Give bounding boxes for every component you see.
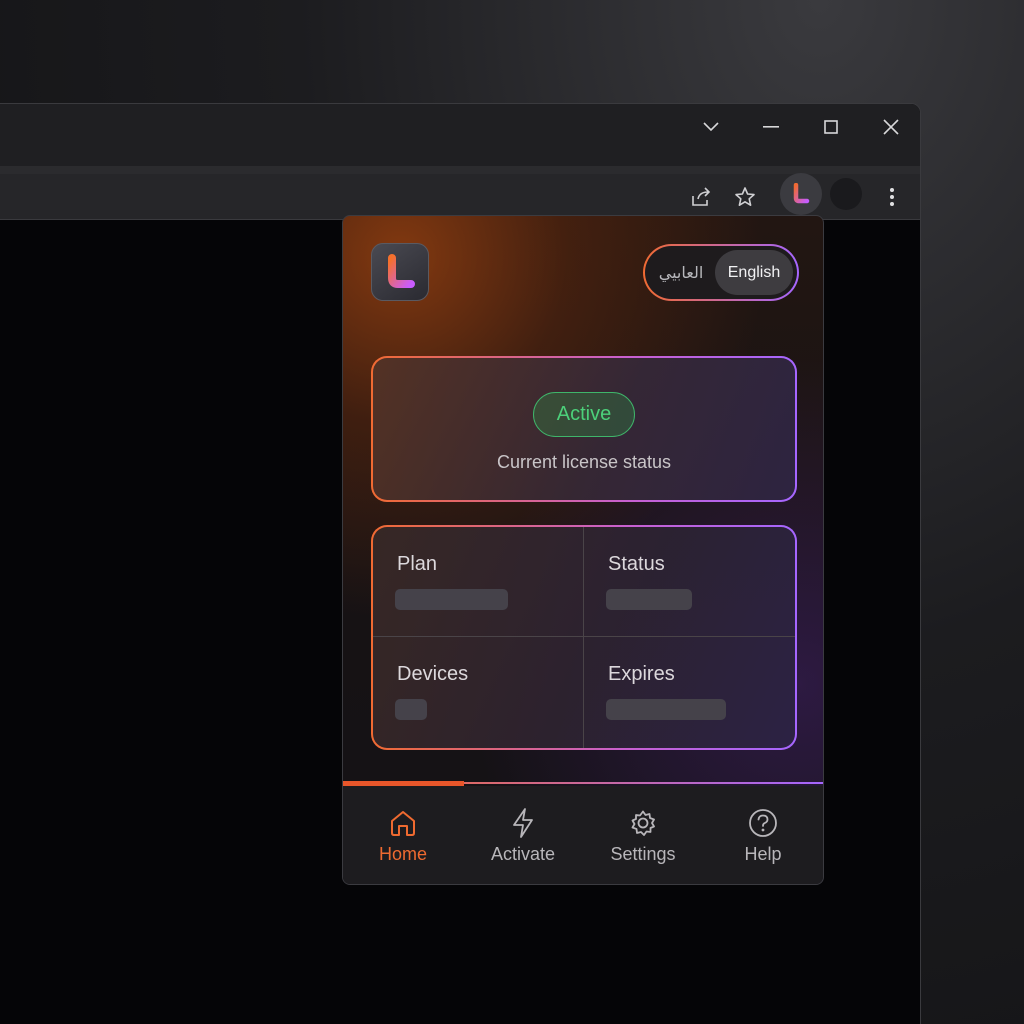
detail-label: Devices — [397, 663, 469, 685]
nav-label: Help — [744, 844, 782, 864]
maximize-icon[interactable] — [818, 114, 844, 140]
detail-label: Status — [608, 553, 665, 575]
extension-popup: العابيي English Active Current license s… — [342, 215, 824, 885]
detail-status: Status — [584, 527, 794, 636]
value-placeholder — [395, 589, 508, 610]
chevron-down-icon[interactable] — [698, 114, 724, 140]
detail-plan: Plan — [373, 527, 583, 636]
license-status-card: Active Current license status — [371, 356, 797, 502]
bottom-nav: Home Activate Settings Help — [343, 786, 823, 884]
detail-label: Plan — [397, 553, 438, 575]
license-details-card: Plan Status Devices Expires — [371, 525, 797, 750]
language-option-arabic[interactable]: العابيي — [649, 250, 713, 295]
detail-expires: Expires — [584, 637, 794, 746]
nav-label: Home — [378, 844, 427, 864]
more-vert-icon[interactable] — [877, 182, 907, 212]
value-placeholder — [606, 589, 692, 610]
language-toggle: العابيي English — [643, 244, 799, 301]
detail-label: Expires — [608, 663, 675, 685]
language-option-english[interactable]: English — [715, 250, 793, 295]
status-badge: Active — [533, 392, 635, 437]
license-status-caption: Current license status — [496, 452, 672, 472]
detail-devices: Devices — [373, 637, 583, 746]
value-placeholder — [606, 699, 726, 720]
profile-icon[interactable] — [830, 178, 862, 210]
bolt-icon — [506, 806, 540, 840]
close-icon[interactable] — [878, 114, 904, 140]
minimize-icon[interactable] — [758, 114, 784, 140]
star-icon[interactable] — [730, 182, 760, 212]
share-icon[interactable] — [686, 182, 716, 212]
nav-item-settings[interactable]: Settings — [583, 786, 703, 884]
help-icon — [746, 806, 780, 840]
value-placeholder — [395, 699, 427, 720]
nav-item-home[interactable]: Home — [343, 786, 463, 884]
gear-icon — [626, 806, 660, 840]
nav-label: Activate — [490, 844, 556, 864]
nav-item-activate[interactable]: Activate — [463, 786, 583, 884]
extension-icon[interactable] — [780, 173, 822, 215]
home-icon — [386, 806, 420, 840]
nav-item-help[interactable]: Help — [703, 786, 823, 884]
app-logo — [371, 243, 429, 301]
nav-label: Settings — [610, 844, 676, 864]
tab-strip — [0, 166, 920, 174]
